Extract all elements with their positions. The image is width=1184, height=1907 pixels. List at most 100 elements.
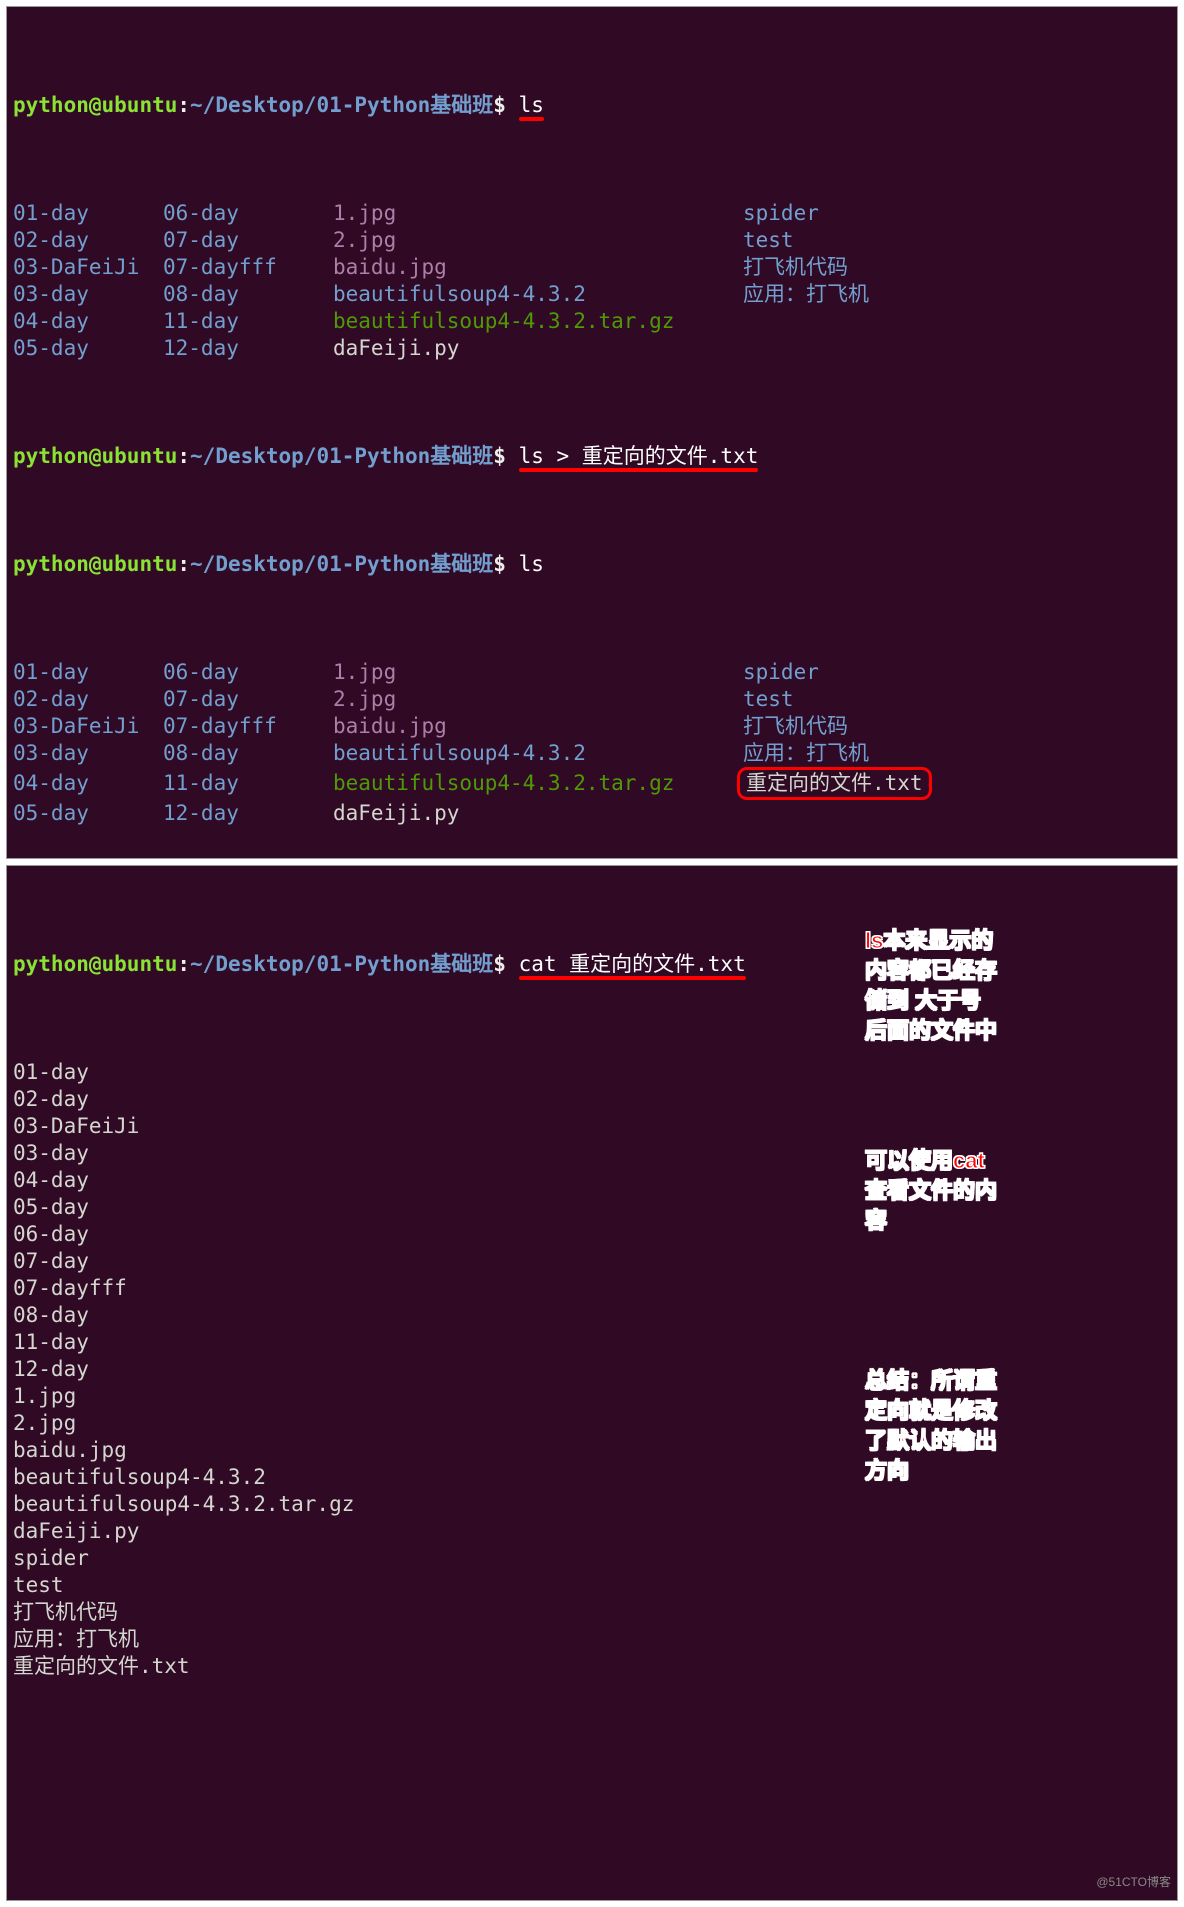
ls-cell: 01-day <box>13 659 163 686</box>
cat-line: baidu.jpg <box>13 1437 1171 1464</box>
cat-line: 打飞机代码 <box>13 1599 1171 1626</box>
ls-output-2: 01-day06-day1.jpgspider02-day07-day2.jpg… <box>13 659 1171 827</box>
ls-row: 05-day12-daydaFeiji.py <box>13 335 1171 362</box>
ls-cell: 2.jpg <box>333 227 743 254</box>
highlighted-file-box: 重定向的文件.txt <box>737 767 932 800</box>
cat-line: beautifulsoup4-4.3.2 <box>13 1464 1171 1491</box>
cat-line: 11-day <box>13 1329 1171 1356</box>
ls-cell: 07-dayfff <box>163 713 333 740</box>
cat-line: 07-dayfff <box>13 1275 1171 1302</box>
ls-output-1: 01-day06-day1.jpgspider02-day07-day2.jpg… <box>13 200 1171 362</box>
cat-line: 12-day <box>13 1356 1171 1383</box>
terminal-panel-top[interactable]: python@ubuntu:~/Desktop/01-Python基础班$ ls… <box>6 6 1178 859</box>
ls-row: 01-day06-day1.jpgspider <box>13 200 1171 227</box>
ls-row: 04-day11-daybeautifulsoup4-4.3.2.tar.gz <box>13 308 1171 335</box>
prompt-line-1[interactable]: python@ubuntu:~/Desktop/01-Python基础班$ ls <box>13 92 1171 119</box>
ls-cell: 应用：打飞机 <box>743 740 869 767</box>
cmd-ls-redirect-underline: ls > 重定向的文件.txt <box>519 443 759 470</box>
annotation-2: 可以使用cat 查看文件的内 容 <box>865 1146 997 1236</box>
cat-line: 重定向的文件.txt <box>13 1653 1171 1680</box>
cat-line: 应用：打飞机 <box>13 1626 1171 1653</box>
ls-cell: 08-day <box>163 740 333 767</box>
cat-line: 04-day <box>13 1167 1171 1194</box>
ls-row: 03-day08-daybeautifulsoup4-4.3.2应用：打飞机 <box>13 740 1171 767</box>
cat-line: test <box>13 1572 1171 1599</box>
cmd-ls-underline: ls <box>519 92 544 119</box>
ls-cell: 重定向的文件.txt <box>743 767 932 800</box>
ls-cell: 07-dayfff <box>163 254 333 281</box>
ls-cell: 12-day <box>163 335 333 362</box>
ls-row: 02-day07-day2.jpgtest <box>13 686 1171 713</box>
ls-cell: 07-day <box>163 686 333 713</box>
cat-line: 03-day <box>13 1140 1171 1167</box>
cat-line: 02-day <box>13 1086 1171 1113</box>
cmd-cat-underline: cat 重定向的文件.txt <box>519 951 746 978</box>
annotation-1: ls本来显示的 内容都已经存 储到 大于号 后面的文件中 <box>865 926 997 1046</box>
annotation-3: 总结：所谓重 定向就是修改 了默认的输出 方向 <box>865 1366 997 1486</box>
ls-cell: 1.jpg <box>333 659 743 686</box>
ls-cell: 04-day <box>13 308 163 335</box>
ls-cell: baidu.jpg <box>333 254 743 281</box>
prompt-colon: : <box>177 93 190 117</box>
ls-cell: 11-day <box>163 308 333 335</box>
prompt-line-4[interactable]: python@ubuntu:~/Desktop/01-Python基础班$ ca… <box>13 951 1171 978</box>
ls-cell: 08-day <box>163 281 333 308</box>
prompt-at: @ <box>89 93 102 117</box>
ls-cell: 2.jpg <box>333 686 743 713</box>
ls-cell: beautifulsoup4-4.3.2.tar.gz <box>333 770 743 797</box>
prompt-user: python <box>13 93 89 117</box>
ls-cell: 03-DaFeiJi <box>13 254 163 281</box>
ls-cell: spider <box>743 659 819 686</box>
ls-cell: 04-day <box>13 770 163 797</box>
cat-line: 1.jpg <box>13 1383 1171 1410</box>
ls-cell: 打飞机代码 <box>743 713 848 740</box>
prompt-host: ubuntu <box>102 93 178 117</box>
watermark: @51CTO博客 <box>1096 1869 1171 1896</box>
ls-cell: 03-DaFeiJi <box>13 713 163 740</box>
ls-cell: 01-day <box>13 200 163 227</box>
ls-cell: 02-day <box>13 227 163 254</box>
cmd-text: ls > 重定向的文件.txt <box>519 444 759 468</box>
ls-row: 01-day06-day1.jpgspider <box>13 659 1171 686</box>
ls-row: 03-day08-daybeautifulsoup4-4.3.2应用：打飞机 <box>13 281 1171 308</box>
prompt-path-cjk: 基础班 <box>430 93 493 117</box>
ls-cell: 应用：打飞机 <box>743 281 869 308</box>
cat-line: 05-day <box>13 1194 1171 1221</box>
ls-cell: 打飞机代码 <box>743 254 848 281</box>
ls-cell: 05-day <box>13 335 163 362</box>
prompt-line-3[interactable]: python@ubuntu:~/Desktop/01-Python基础班$ ls <box>13 551 1171 578</box>
cat-line: 01-day <box>13 1059 1171 1086</box>
cat-line: 2.jpg <box>13 1410 1171 1437</box>
ls-row: 03-DaFeiJi07-dayfffbaidu.jpg打飞机代码 <box>13 254 1171 281</box>
ls-cell: spider <box>743 200 819 227</box>
ls-cell: beautifulsoup4-4.3.2 <box>333 281 743 308</box>
prompt-path-ascii: ~/Desktop/01-Python <box>190 93 430 117</box>
terminal-panel-bottom[interactable]: python@ubuntu:~/Desktop/01-Python基础班$ ca… <box>6 865 1178 1901</box>
ls-row: 02-day07-day2.jpgtest <box>13 227 1171 254</box>
cmd-text: ls <box>519 93 544 117</box>
ls-cell: beautifulsoup4-4.3.2.tar.gz <box>333 308 743 335</box>
ls-cell: daFeiji.py <box>333 800 743 827</box>
ls-cell: test <box>743 227 794 254</box>
cat-line: 08-day <box>13 1302 1171 1329</box>
cat-line: 03-DaFeiJi <box>13 1113 1171 1140</box>
ls-cell: 05-day <box>13 800 163 827</box>
ls-cell: baidu.jpg <box>333 713 743 740</box>
cmd-text: cat 重定向的文件.txt <box>519 952 746 976</box>
cat-line: spider <box>13 1545 1171 1572</box>
ls-cell: 12-day <box>163 800 333 827</box>
ls-cell: test <box>743 686 794 713</box>
cmd-text: ls <box>519 552 544 576</box>
cat-output: 01-day02-day03-DaFeiJi03-day04-day05-day… <box>13 1059 1171 1680</box>
cat-line: beautifulsoup4-4.3.2.tar.gz <box>13 1491 1171 1518</box>
ls-cell: 1.jpg <box>333 200 743 227</box>
ls-cell: beautifulsoup4-4.3.2 <box>333 740 743 767</box>
prompt-dollar: $ <box>493 93 506 117</box>
ls-row: 05-day12-daydaFeiji.py <box>13 800 1171 827</box>
ls-cell: 03-day <box>13 281 163 308</box>
ls-row: 04-day11-daybeautifulsoup4-4.3.2.tar.gz重… <box>13 767 1171 800</box>
ls-cell: 11-day <box>163 770 333 797</box>
ls-cell: 03-day <box>13 740 163 767</box>
ls-cell: 06-day <box>163 659 333 686</box>
prompt-line-2[interactable]: python@ubuntu:~/Desktop/01-Python基础班$ ls… <box>13 443 1171 470</box>
